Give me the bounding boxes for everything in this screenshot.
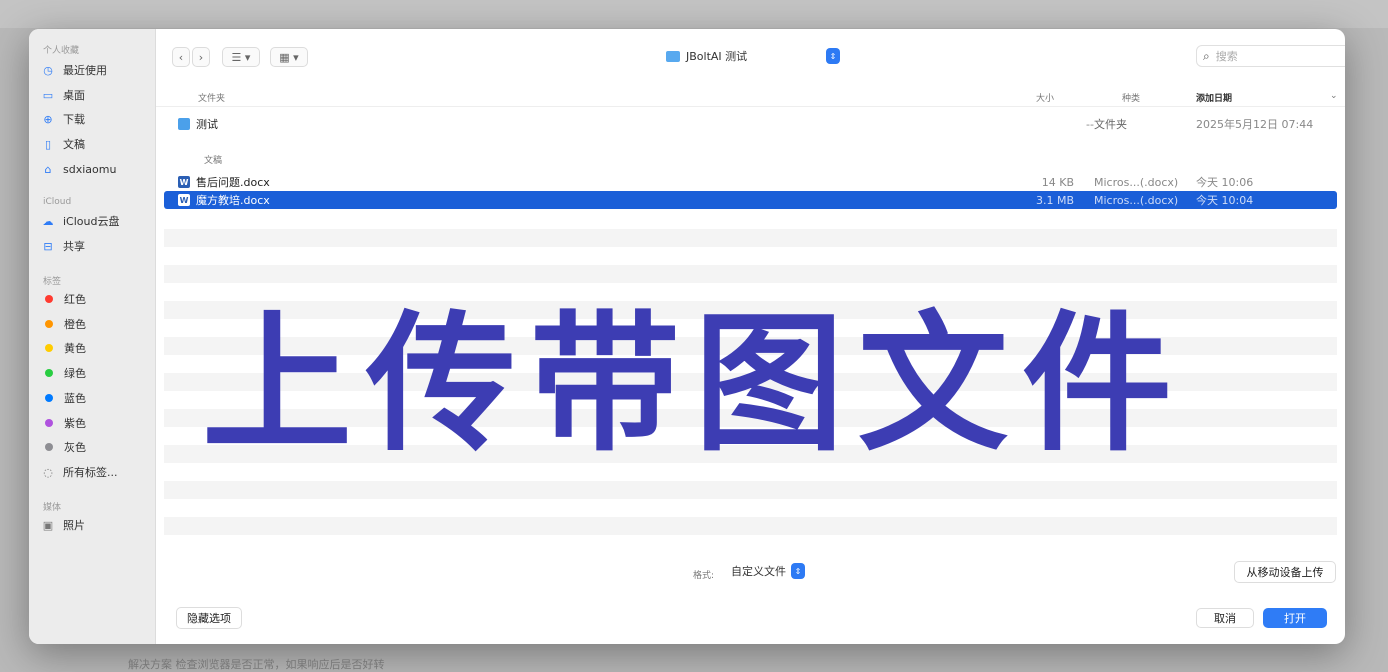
- sidebar-item-label: 共享: [63, 240, 85, 253]
- row-size: 3.1 MB: [1035, 193, 1074, 207]
- search-icon: ⌕: [1203, 48, 1210, 63]
- upload-from-mobile-button[interactable]: 从移动设备上传: [1234, 561, 1336, 583]
- row-stripe: [164, 229, 1337, 247]
- sidebar-item-label: 所有标签...: [63, 466, 118, 479]
- bottom-bar: 格式: 自定义文件 ⇕ 从移动设备上传 隐藏选项 取消 打开: [156, 557, 1345, 644]
- shared-folder-icon: ⊟: [43, 239, 53, 253]
- column-header-size[interactable]: 大小: [1036, 91, 1054, 104]
- row-date: 2025年5月12日 07:44: [1196, 118, 1314, 131]
- row-kind: Micros...(.docx): [1094, 193, 1179, 207]
- row-kind: Micros...(.docx): [1094, 175, 1179, 189]
- overlay-caption: 上传带图文件: [201, 298, 1186, 472]
- sidebar-item-all-tags[interactable]: ◌ 所有标签...: [41, 462, 149, 482]
- row-kind: 文件夹: [1094, 118, 1127, 131]
- sidebar-section-media: 媒体: [43, 503, 62, 513]
- table-row[interactable]: W 售后问题.docx 14 KB Micros...(.docx) 今天 10…: [164, 173, 1337, 191]
- sidebar-item-desktop[interactable]: ▭ 桌面: [41, 85, 149, 105]
- row-stripe: [164, 481, 1337, 499]
- sidebar-item-label: 下载: [63, 113, 85, 126]
- row-name: 测试: [196, 118, 218, 131]
- word-doc-icon: W: [178, 194, 190, 206]
- desktop-icon: ▭: [42, 88, 54, 102]
- chevron-left-icon: ‹: [178, 50, 184, 64]
- row-size: --: [1086, 117, 1094, 131]
- search-placeholder: 搜索: [1215, 50, 1238, 63]
- grid-view-icon: ▦ ▾: [279, 50, 299, 64]
- home-icon: ⌂: [44, 162, 52, 176]
- sidebar-item-label: 文稿: [63, 138, 85, 151]
- photos-icon: ▣: [42, 518, 54, 532]
- sidebar-item-shared[interactable]: ⊟ 共享: [41, 236, 149, 256]
- row-size: 14 KB: [1041, 175, 1074, 189]
- list-view-icon: ☰ ▾: [231, 50, 251, 64]
- row-date: 今天 10:06: [1196, 176, 1254, 189]
- folder-icon: [666, 50, 680, 62]
- document-icon: ▯: [44, 137, 52, 151]
- sidebar-item-label: 照片: [63, 519, 85, 532]
- word-doc-icon: W: [178, 176, 190, 188]
- format-label: 格式:: [693, 571, 715, 581]
- sidebar-item-label: iCloud云盘: [63, 215, 120, 228]
- open-button[interactable]: 打开: [1263, 608, 1327, 628]
- sidebar-section-icloud: iCloud: [43, 197, 72, 207]
- list-view-button[interactable]: ☰ ▾: [222, 47, 260, 67]
- search-field[interactable]: ⌕ 搜索: [1196, 45, 1345, 67]
- stepper-icon: ⇕: [826, 48, 840, 64]
- column-header-name[interactable]: 文件夹: [198, 91, 225, 104]
- row-stripe: [164, 265, 1337, 283]
- location-label: JBoltAI 测试: [686, 50, 748, 63]
- group-header: 文稿: [204, 156, 223, 166]
- group-view-button[interactable]: ▦ ▾: [270, 47, 308, 67]
- table-row-selected[interactable]: W 魔方教培.docx 3.1 MB Micros...(.docx) 今天 1…: [164, 191, 1337, 209]
- hide-options-button[interactable]: 隐藏选项: [176, 607, 242, 629]
- table-row[interactable]: 测试 -- 文件夹 2025年5月12日 07:44: [164, 115, 1337, 133]
- location-popup[interactable]: JBoltAI 测试 ⇕: [666, 45, 842, 67]
- red-tag-dot-icon: [45, 295, 53, 303]
- stepper-icon: ⇕: [791, 563, 805, 579]
- sidebar-item-documents[interactable]: ▯ 文稿: [41, 134, 149, 154]
- sidebar-item-label: 最近使用: [63, 64, 107, 77]
- back-button[interactable]: ‹: [172, 47, 190, 67]
- download-icon: ⊕: [43, 112, 53, 126]
- sidebar-item-icloud-drive[interactable]: ☁ iCloud云盘: [41, 211, 149, 231]
- forward-button[interactable]: ›: [192, 47, 210, 67]
- column-headers: 文件夹 大小 种类 添加日期 ⌄: [156, 87, 1345, 107]
- sort-chevron-icon[interactable]: ⌄: [1330, 91, 1338, 101]
- backdrop-text: 解决方案 检查浏览器是否正常，如果响应后是否好转: [128, 658, 385, 671]
- chevron-right-icon: ›: [198, 50, 204, 64]
- tag-icon: ◌: [43, 465, 53, 479]
- clock-icon: ◷: [43, 63, 53, 77]
- column-header-date[interactable]: 添加日期: [1196, 91, 1232, 104]
- row-stripe: [164, 517, 1337, 535]
- sidebar-item-label: 桌面: [63, 89, 85, 102]
- format-select[interactable]: 自定义文件 ⇕: [723, 561, 807, 581]
- row-name: 魔方教培.docx: [196, 194, 270, 207]
- toolbar: ‹ › ☰ ▾ ▦ ▾ JBoltAI 测试 ⇕ ⌕ 搜索: [156, 29, 1345, 85]
- sidebar-item-downloads[interactable]: ⊕ 下载: [41, 109, 149, 129]
- window-backdrop: [0, 0, 1388, 28]
- sidebar-item-recents[interactable]: ◷ 最近使用: [41, 60, 149, 80]
- cancel-button[interactable]: 取消: [1196, 608, 1254, 628]
- row-date: 今天 10:04: [1196, 194, 1254, 207]
- sidebar-item-home[interactable]: ⌂ sdxiaomu: [41, 159, 149, 179]
- row-name: 售后问题.docx: [196, 176, 270, 189]
- cloud-icon: ☁: [42, 214, 54, 228]
- folder-icon: [178, 118, 190, 130]
- format-value: 自定义文件: [731, 565, 786, 578]
- sidebar-section-favorites: 个人收藏: [43, 46, 80, 56]
- sidebar-section-tags: 标签: [43, 277, 62, 287]
- sidebar-item-label: sdxiaomu: [63, 162, 117, 176]
- column-header-kind[interactable]: 种类: [1122, 91, 1140, 104]
- sidebar-item-photos[interactable]: ▣ 照片: [41, 515, 149, 535]
